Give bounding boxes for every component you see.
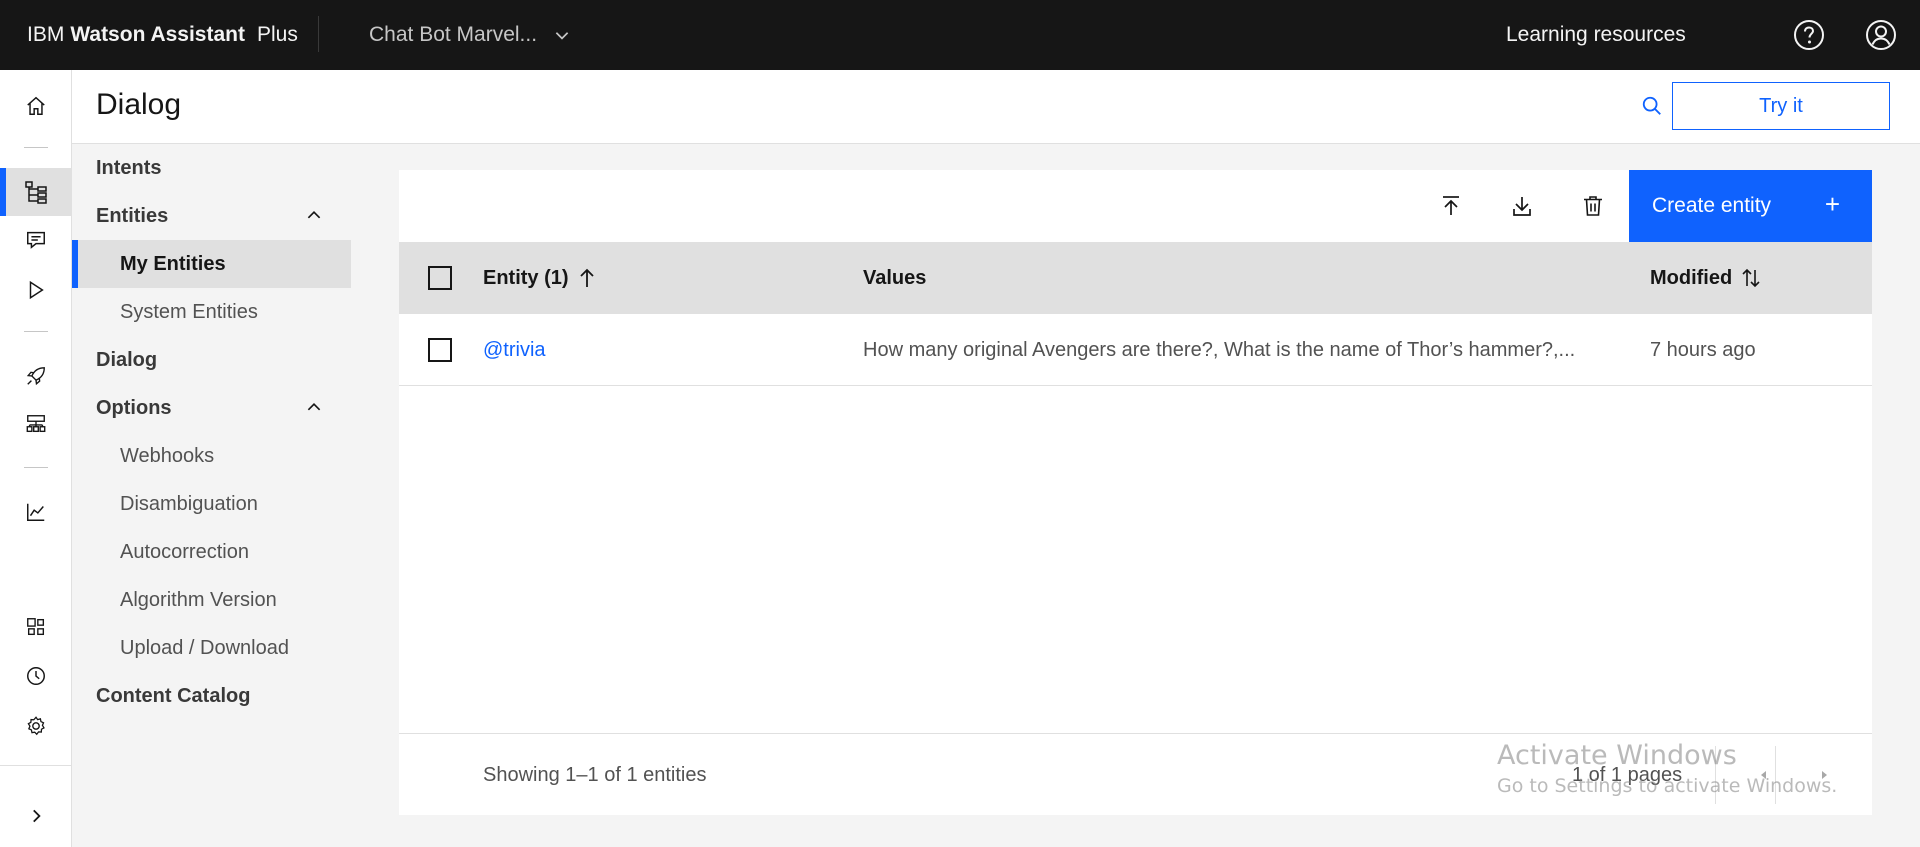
analytics-icon[interactable] [0, 488, 72, 536]
download-icon[interactable] [1500, 184, 1544, 228]
brand-plan: Plus [256, 23, 298, 46]
dialog-tree-icon[interactable] [0, 168, 72, 216]
pagination-divider [1775, 746, 1776, 804]
home-icon[interactable] [0, 82, 72, 130]
create-entity-button[interactable]: Create entity + [1629, 170, 1872, 242]
chevron-up-icon [307, 210, 321, 219]
rail-divider [24, 467, 48, 468]
try-it-button[interactable]: Try it [1672, 82, 1890, 130]
page-count-text: 1 of 1 pages [1572, 763, 1683, 786]
settings-icon[interactable] [0, 702, 72, 750]
trash-icon[interactable] [1571, 184, 1615, 228]
chevron-down-icon [555, 32, 569, 40]
items-range-text: Showing 1–1 of 1 entities [483, 763, 707, 786]
nav-options-label: Options [96, 396, 172, 419]
column-header-values: Values [863, 266, 927, 289]
header-divider [318, 16, 319, 52]
nav-entities-label: Entities [96, 204, 169, 227]
expand-icon[interactable] [0, 792, 72, 840]
sort-icon [1742, 268, 1760, 288]
page-header: Dialog Try it [72, 70, 1920, 144]
rail-divider [24, 147, 48, 148]
nav-system-entities[interactable]: System Entities [72, 288, 351, 336]
learning-resources-link[interactable]: Learning resources [1506, 0, 1686, 70]
help-icon[interactable] [1791, 17, 1827, 53]
column-header-entity[interactable]: Entity (1) [483, 242, 597, 314]
nav-options[interactable]: Options [72, 384, 351, 432]
play-icon[interactable] [0, 266, 72, 314]
column-header-modified[interactable]: Modified [1650, 242, 1762, 314]
nav-entities[interactable]: Entities [72, 192, 351, 240]
caret-left-icon[interactable] [1744, 755, 1784, 795]
chevron-up-icon [307, 402, 321, 411]
left-rail [0, 70, 72, 847]
history-icon[interactable] [0, 652, 72, 700]
create-entity-label: Create entity [1652, 194, 1772, 217]
pagination-divider [1715, 746, 1716, 804]
rail-divider [0, 765, 72, 766]
entity-name-link[interactable]: @trivia [483, 314, 843, 386]
brand-product: Watson Assistant [70, 23, 245, 46]
caret-right-icon[interactable] [1804, 755, 1844, 795]
select-all-checkbox[interactable] [428, 266, 452, 290]
nav-dialog[interactable]: Dialog [72, 336, 351, 384]
row-checkbox[interactable] [428, 338, 452, 362]
nav-disambiguation[interactable]: Disambiguation [72, 480, 351, 528]
table-row[interactable]: @trivia How many original Avengers are t… [399, 314, 1872, 386]
plus-icon: + [1824, 189, 1840, 219]
table-toolbar: Create entity + [399, 170, 1872, 242]
modified-column-label: Modified [1650, 266, 1733, 289]
rocket-icon[interactable] [0, 352, 72, 400]
nav-webhooks[interactable]: Webhooks [72, 432, 351, 480]
entities-table-card: Create entity + Entity (1) Values Modifi… [399, 170, 1872, 815]
chat-icon[interactable] [0, 216, 72, 264]
rail-divider [24, 331, 48, 332]
nav-upload-download[interactable]: Upload / Download [72, 624, 351, 672]
brand-ibm: IBM [27, 23, 65, 46]
table-pagination: Showing 1–1 of 1 entities 1 of 1 pages [399, 733, 1872, 815]
arrow-up-icon [579, 268, 594, 287]
integrations-icon[interactable] [0, 400, 72, 448]
entity-modified: 7 hours ago [1650, 338, 1756, 361]
top-header: IBM Watson Assistant Plus Chat Bot Marve… [0, 0, 1920, 70]
assistant-switcher[interactable]: Chat Bot Marvel... [369, 0, 571, 70]
page-title: Dialog [96, 88, 182, 121]
nav-algorithm-version[interactable]: Algorithm Version [72, 576, 351, 624]
product-brand[interactable]: IBM Watson Assistant Plus [27, 0, 298, 70]
entity-column-label: Entity (1) [483, 266, 569, 289]
table-header: Entity (1) Values Modified [399, 242, 1872, 314]
user-avatar-icon[interactable] [1863, 17, 1899, 53]
apps-icon[interactable] [0, 603, 72, 651]
upload-icon[interactable] [1429, 184, 1473, 228]
search-icon[interactable] [1632, 86, 1672, 126]
nav-content-catalog[interactable]: Content Catalog [72, 672, 351, 720]
nav-autocorrection[interactable]: Autocorrection [72, 528, 351, 576]
nav-my-entities[interactable]: My Entities [72, 240, 351, 288]
nav-intents[interactable]: Intents [72, 144, 351, 192]
assistant-name: Chat Bot Marvel... [369, 23, 538, 46]
entity-values: How many original Avengers are there?, W… [863, 338, 1576, 361]
